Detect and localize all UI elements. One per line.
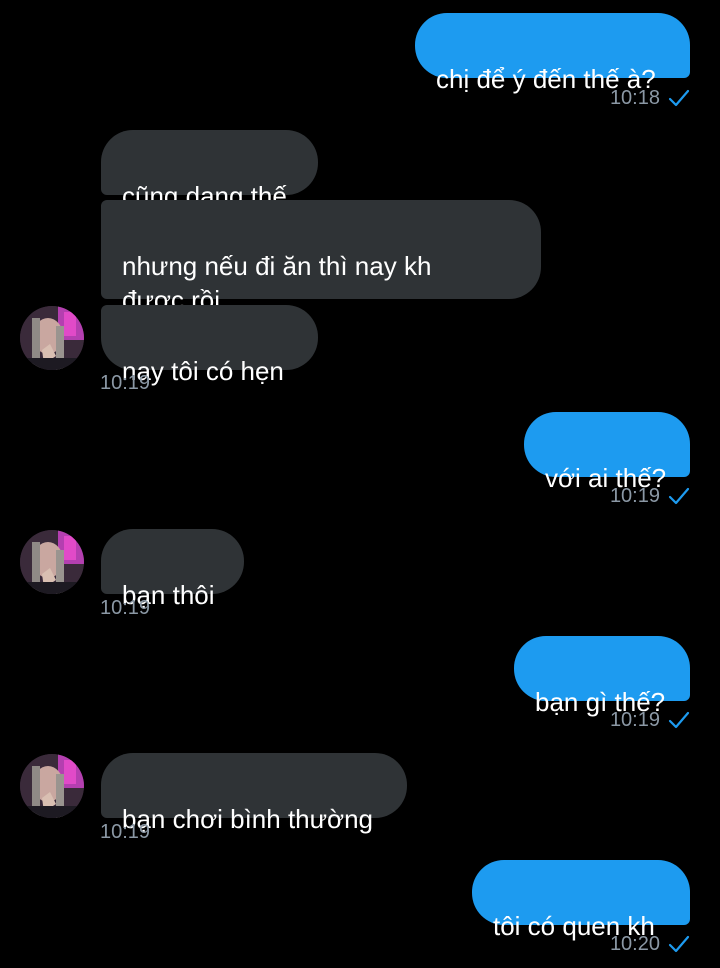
outgoing-message[interactable]: với ai thế? [524, 412, 690, 493]
timestamp-text: 10:19 [609, 485, 660, 507]
timestamp-text: 10:19 [609, 709, 660, 731]
incoming-message[interactable]: nay tôi có hẹn [101, 305, 318, 386]
timestamp-text: 10:20 [609, 933, 660, 955]
avatar-image [20, 530, 84, 594]
message-timestamp: 10:18 [610, 86, 690, 110]
checkmark-icon [668, 935, 690, 953]
incoming-message[interactable]: bạn thôi [101, 529, 244, 610]
checkmark-icon [668, 487, 690, 505]
timestamp-text: 10:19 [100, 821, 151, 843]
avatar-image [20, 754, 84, 818]
message-text: bạn chơi bình thường [122, 804, 373, 834]
incoming-message[interactable]: cũng dạng thế [101, 130, 318, 211]
message-timestamp: 10:19 [610, 708, 690, 732]
incoming-message[interactable]: nhưng nếu đi ăn thì nay kh được rồi [101, 200, 541, 315]
avatar[interactable] [20, 530, 84, 594]
timestamp-text: 10:19 [100, 597, 151, 619]
avatar[interactable] [20, 306, 84, 370]
message-timestamp: 10:19 [100, 820, 150, 844]
incoming-message[interactable]: bạn chơi bình thường [101, 753, 407, 834]
outgoing-message[interactable]: bạn gì thế? [514, 636, 690, 717]
outgoing-message[interactable]: tôi có quen kh [472, 860, 690, 941]
message-timestamp: 10:19 [610, 484, 690, 508]
message-thread: chị để ý đến thế à? 10:18 cũng dạng thế … [0, 0, 720, 968]
avatar[interactable] [20, 754, 84, 818]
message-timestamp: 10:20 [610, 932, 690, 956]
checkmark-icon [668, 711, 690, 729]
avatar-image [20, 306, 84, 370]
checkmark-icon [668, 89, 690, 107]
message-timestamp: 10:19 [100, 596, 150, 620]
outgoing-message[interactable]: chị để ý đến thế à? [415, 13, 690, 94]
timestamp-text: 10:19 [100, 372, 151, 394]
message-timestamp: 10:19 [100, 371, 150, 395]
timestamp-text: 10:18 [609, 87, 660, 109]
